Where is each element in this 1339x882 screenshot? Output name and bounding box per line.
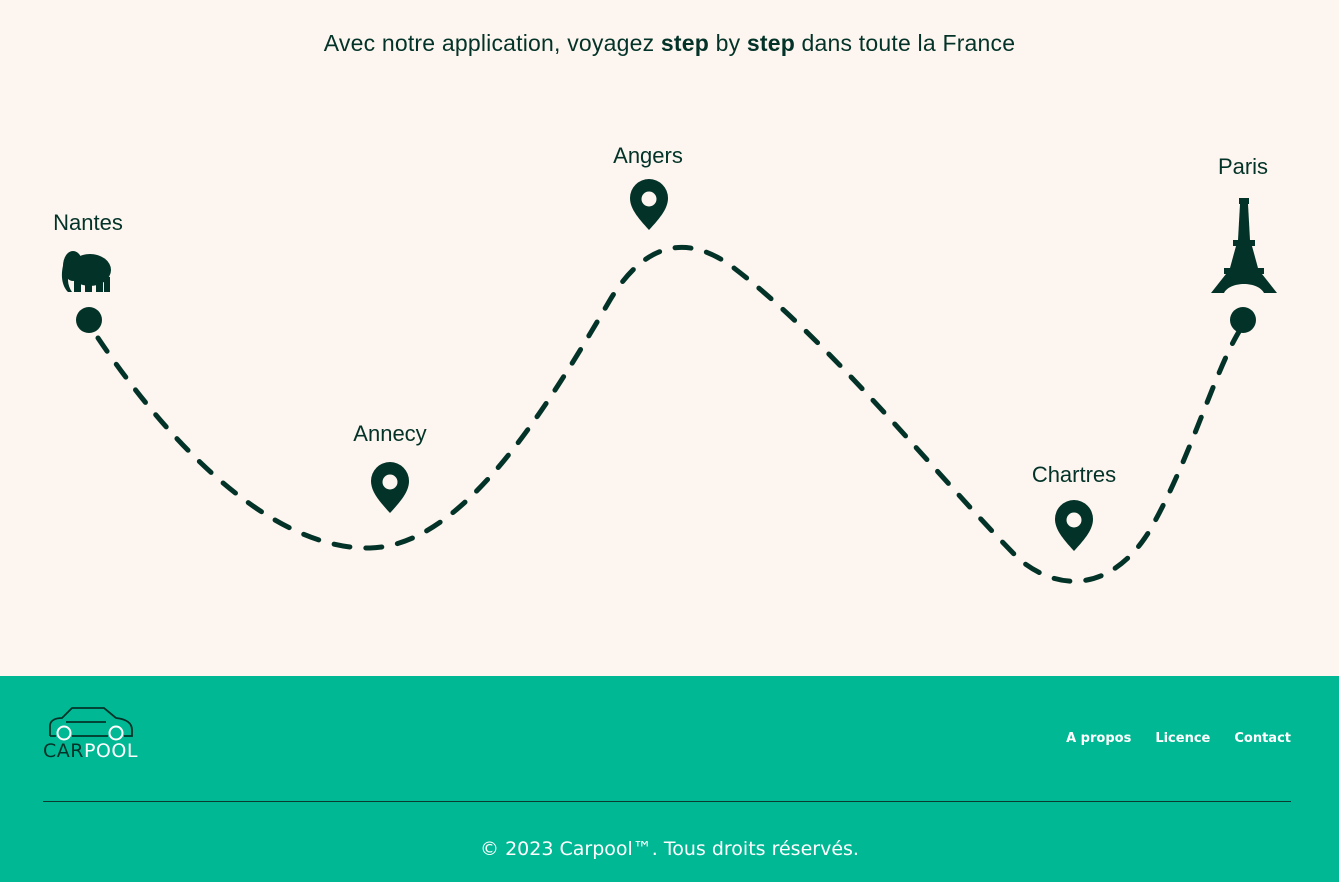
footer-link-a-propos[interactable]: A propos [1066,731,1131,746]
city-label-paris: Paris [1218,154,1268,179]
map-pin-icon [630,179,668,230]
elephant-icon [61,251,111,292]
logo-wordmark-car: CAR [43,740,84,762]
map-pin-icon [1055,500,1093,551]
route-map: Nantes Annecy Angers Chartres Paris [53,143,1277,584]
city-label-nantes: Nantes [53,210,123,235]
city-label-angers: Angers [613,143,683,168]
route-stop-dot [76,307,102,333]
footer-nav: A propos Licence Contact [1066,731,1291,746]
eiffel-tower-icon [1211,198,1277,293]
city-label-annecy: Annecy [353,421,426,446]
logo-wordmark-pool: POOL [83,740,138,762]
logo-wordmark[interactable]: CARPOOL [43,740,138,762]
footer-divider [43,801,1291,802]
copyright-text: © 2023 Carpool™. Tous droits réservés. [480,838,859,860]
route-stop-dot [1230,307,1256,333]
footer-link-contact[interactable]: Contact [1234,731,1291,746]
footer-link-licence[interactable]: Licence [1155,731,1210,746]
map-pin-icon [371,462,409,513]
city-label-chartres: Chartres [1032,462,1116,487]
